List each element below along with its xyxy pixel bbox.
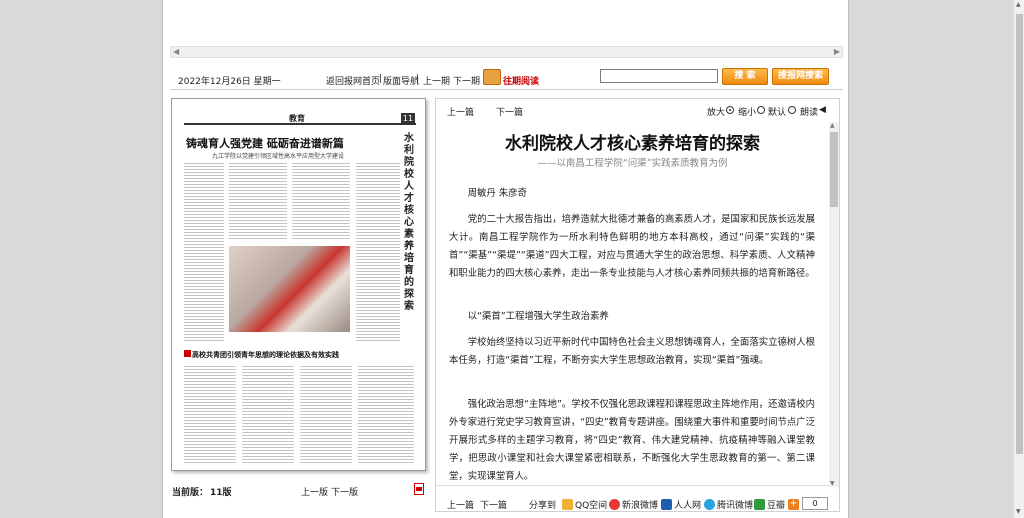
history-icon[interactable] bbox=[483, 69, 501, 85]
current-page-label: 当前版： bbox=[172, 488, 209, 498]
more-share-icon[interactable]: + bbox=[788, 499, 799, 510]
section-label: 教育 bbox=[289, 114, 305, 123]
red-marker bbox=[184, 350, 191, 357]
next-article-bottom-link[interactable]: 下一篇 bbox=[480, 498, 507, 511]
share-label: 分享到 bbox=[529, 501, 557, 511]
article-title: 水利院校人才核心素养培育的探索 bbox=[505, 134, 760, 154]
page-subheadline: 九江学院以党建引领区域性高水平应用型大学建设 bbox=[212, 153, 345, 160]
share-tencent-weibo[interactable]: 腾讯微博 bbox=[717, 498, 753, 511]
zoom-in-radio[interactable] bbox=[726, 106, 734, 114]
text-column bbox=[300, 364, 352, 464]
share-qzone[interactable]: QQ空间 bbox=[575, 498, 607, 511]
next-page-link[interactable]: 下一版 bbox=[331, 485, 358, 498]
renren-icon[interactable] bbox=[661, 499, 672, 510]
scroll-down-icon[interactable]: ▼ bbox=[830, 480, 835, 487]
second-headline[interactable]: 高校共青团引领青年思想的理论依据及有效实践 bbox=[192, 350, 339, 360]
home-link[interactable]: 返回报网首页 bbox=[326, 74, 380, 87]
qzone-icon[interactable] bbox=[562, 499, 573, 510]
text-column bbox=[242, 364, 294, 464]
page-footer: 当前版： 11版 上一版 下一版 bbox=[170, 482, 426, 498]
search-button[interactable]: 搜 索 bbox=[722, 68, 768, 85]
search-input[interactable] bbox=[600, 69, 718, 83]
share-douban[interactable]: 豆瓣 bbox=[767, 498, 785, 511]
next-article-link[interactable]: 下一篇 bbox=[496, 105, 523, 118]
read-aloud-label[interactable]: 朗读 bbox=[800, 105, 818, 118]
prev-page-link[interactable]: 上一版 bbox=[301, 485, 328, 498]
default-radio[interactable] bbox=[788, 106, 796, 114]
text-column bbox=[356, 161, 400, 341]
page-headline[interactable]: 铸魂育人强党建 砥砺奋进谱新篇 bbox=[186, 135, 344, 151]
prev-issue-link[interactable]: 上一期 bbox=[423, 74, 450, 87]
divider bbox=[436, 485, 829, 486]
zoom-out-radio[interactable] bbox=[757, 106, 765, 114]
article-paragraph: 学校始终坚持以习近平新时代中国特色社会主义思想铸魂育人，全面落实立德树人根本任务… bbox=[449, 337, 815, 366]
current-page-value: 11版 bbox=[210, 488, 232, 498]
text-column bbox=[184, 161, 224, 341]
prev-article-bottom-link[interactable]: 上一篇 bbox=[447, 498, 474, 511]
default-label[interactable]: 默认 bbox=[768, 105, 786, 118]
newspaper-masthead: 教育 bbox=[184, 113, 416, 125]
horizontal-scrollbar[interactable]: ◀ ▶ bbox=[170, 46, 843, 58]
prev-article-link[interactable]: 上一篇 bbox=[447, 105, 474, 118]
history-link[interactable]: 往期阅读 bbox=[503, 74, 539, 87]
zoom-out-label[interactable]: 缩小 bbox=[738, 105, 756, 118]
text-column bbox=[292, 161, 350, 241]
window-scroll-up-icon[interactable]: ▲ bbox=[1016, 1, 1021, 8]
article-section-heading: 以“渠首”工程增强大学生政治素养 bbox=[467, 311, 609, 322]
newspaper-page-thumbnail[interactable]: 教育 11 铸魂育人强党建 砥砺奋进谱新篇 九江学院以党建引领区域性高水平应用型… bbox=[171, 98, 426, 471]
weibo-icon[interactable] bbox=[609, 499, 620, 510]
zoom-in-label[interactable]: 放大 bbox=[707, 105, 725, 118]
text-column bbox=[229, 161, 287, 241]
window-scrollbar[interactable]: ▲ ▼ bbox=[1013, 0, 1024, 518]
scroll-left-icon[interactable]: ◀ bbox=[173, 47, 179, 56]
text-column bbox=[184, 364, 236, 464]
share-renren[interactable]: 人人网 bbox=[674, 498, 701, 511]
article-scrollbar[interactable]: ▲ ▼ bbox=[829, 122, 839, 487]
nav-link[interactable]: 版面导航 bbox=[383, 74, 419, 87]
page-number-badge: 11 bbox=[401, 113, 415, 125]
article-subtitle: ——以南昌工程学院“问渠”实践素质教育为例 bbox=[537, 158, 728, 169]
text-column bbox=[358, 364, 414, 464]
scroll-up-icon[interactable]: ▲ bbox=[830, 122, 835, 129]
article-paragraph: 党的二十大报告指出，培养造就大批德才兼备的高素质人才，是国家和民族长远发展大计。… bbox=[449, 214, 815, 279]
article-panel: 上一篇 下一篇 放大 缩小 默认 朗读 ◀ ▲ ▼ 水利院校人才核心素养培育的探… bbox=[435, 98, 840, 512]
news-photo[interactable] bbox=[229, 246, 350, 332]
share-weibo[interactable]: 新浪微博 bbox=[622, 498, 658, 511]
next-issue-link[interactable]: 下一期 bbox=[453, 74, 480, 87]
tencent-weibo-icon[interactable] bbox=[704, 499, 715, 510]
vertical-article-title[interactable]: 水利院校人才核心素养培育的探索 bbox=[404, 133, 418, 313]
article-paragraph: 强化政治思想“主阵地”。学校不仅强化思政课程和课程思政主阵地作用，还邀请校内外专… bbox=[449, 399, 816, 482]
window-scroll-down-icon[interactable]: ▼ bbox=[1016, 508, 1021, 515]
douban-icon[interactable] bbox=[754, 499, 765, 510]
site-search-button[interactable]: 搜报网搜索 bbox=[772, 68, 829, 85]
article-authors: 周敏丹 朱彦奇 bbox=[467, 188, 528, 199]
window-scroll-thumb[interactable] bbox=[1016, 14, 1023, 454]
issue-date: 2022年12月26日 星期一 bbox=[178, 77, 281, 87]
pdf-icon[interactable] bbox=[414, 483, 424, 495]
speaker-icon[interactable]: ◀ bbox=[819, 105, 826, 115]
share-count: 0 bbox=[802, 497, 828, 510]
article-scroll-thumb[interactable] bbox=[830, 132, 838, 207]
scroll-right-icon[interactable]: ▶ bbox=[834, 47, 840, 56]
